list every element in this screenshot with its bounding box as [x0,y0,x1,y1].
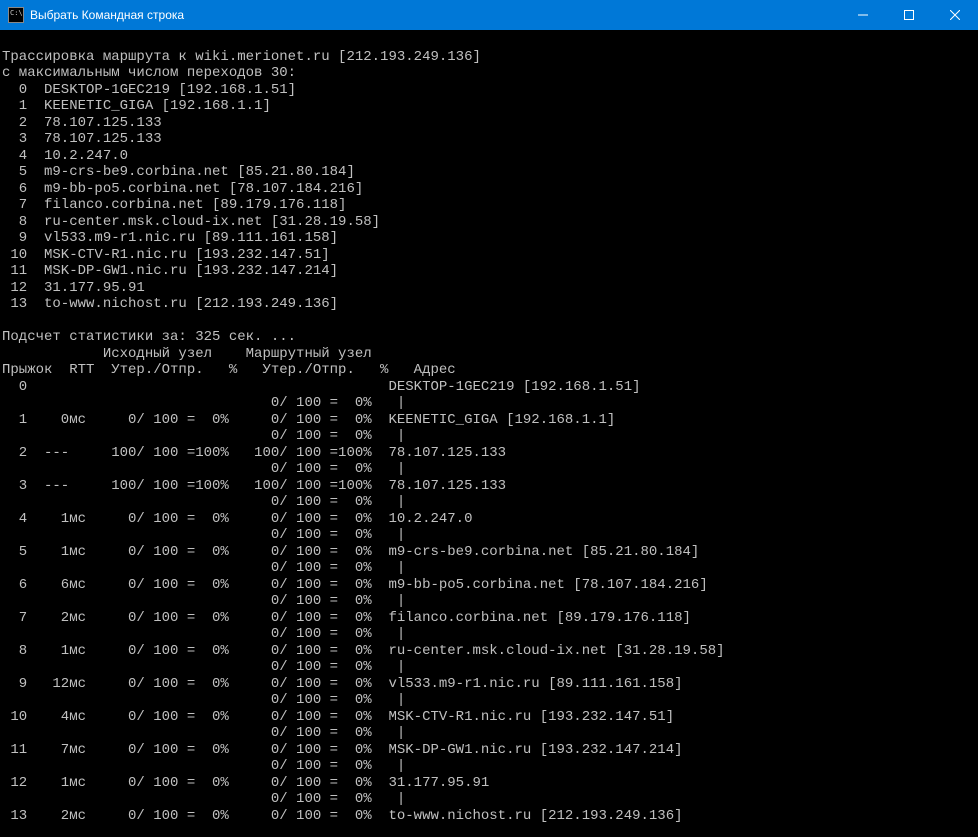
maximize-icon [904,10,914,20]
command-prompt-window: Выбрать Командная строка Трассировка мар… [0,0,978,837]
window-title: Выбрать Командная строка [30,8,840,22]
titlebar[interactable]: Выбрать Командная строка [0,0,978,30]
close-icon [950,10,960,20]
window-controls [840,0,978,30]
terminal-output[interactable]: Трассировка маршрута к wiki.merionet.ru … [0,30,978,837]
minimize-icon [858,10,868,20]
minimize-button[interactable] [840,0,886,30]
maximize-button[interactable] [886,0,932,30]
cmd-icon [8,7,24,23]
close-button[interactable] [932,0,978,30]
